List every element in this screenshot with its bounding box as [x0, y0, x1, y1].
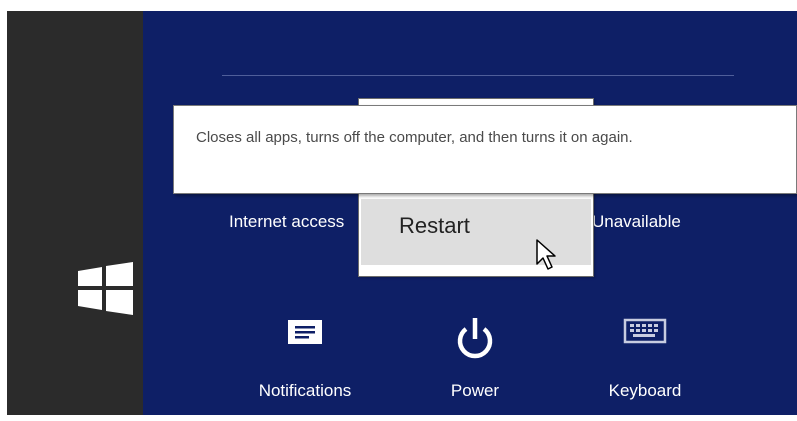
unavailable-label[interactable]: Unavailable — [592, 212, 762, 232]
power-label: Power — [450, 381, 500, 400]
power-tile[interactable]: Power — [430, 305, 520, 410]
notifications-tile[interactable]: Notifications — [230, 305, 380, 410]
restart-label: Restart — [399, 213, 470, 238]
tooltip-text: Closes all apps, turns off the computer,… — [196, 129, 633, 146]
charms-bar — [7, 11, 143, 415]
keyboard-tile[interactable]: Keyboard — [580, 305, 710, 410]
power-icon — [457, 318, 493, 359]
internet-access-label[interactable]: Internet access — [229, 212, 359, 232]
windows-logo-icon[interactable] — [75, 254, 135, 322]
mouse-pointer-icon — [536, 239, 556, 270]
notifications-label: Notifications — [258, 381, 352, 400]
keyboard-icon — [623, 318, 667, 344]
keyboard-label: Keyboard — [608, 381, 682, 400]
notifications-icon — [288, 320, 322, 344]
divider-line — [222, 75, 734, 76]
restart-tooltip: Closes all apps, turns off the computer,… — [173, 105, 797, 194]
